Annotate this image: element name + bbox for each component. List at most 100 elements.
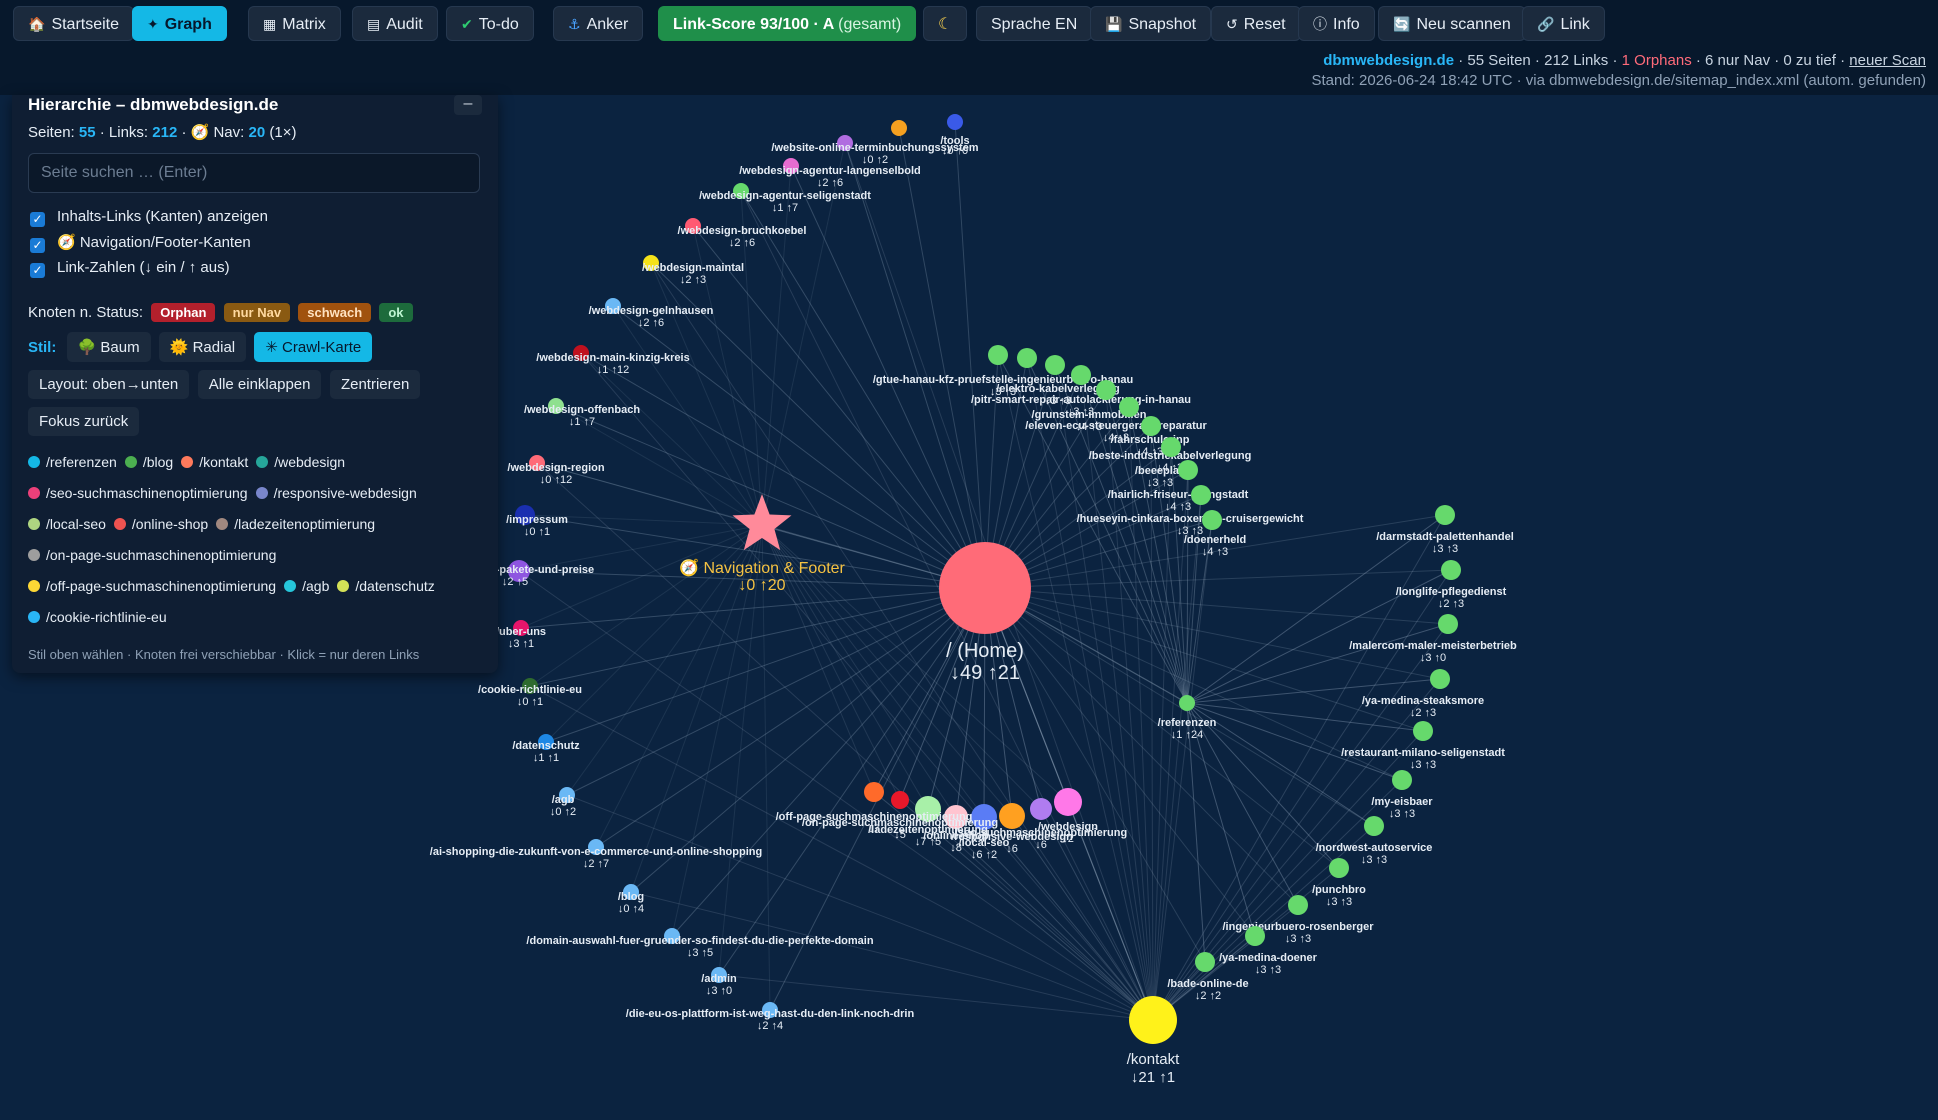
link-score-badge[interactable]: Link-Score 93/100 · A (gesamt) (658, 6, 917, 41)
page-node[interactable] (1435, 505, 1455, 525)
page-search-input[interactable] (28, 153, 480, 193)
legend-item[interactable]: /off-page-suchmaschinenoptimierung (28, 571, 276, 602)
page-node[interactable] (1413, 721, 1433, 741)
page-node-counts: ↓2 ↑7 (583, 858, 609, 870)
page-node-label: /darmstadt-palettenhandel (1376, 531, 1514, 543)
page-node[interactable] (1017, 348, 1037, 368)
legend-item[interactable]: /kontakt (181, 447, 248, 478)
sparkle-icon: ✳ (265, 339, 278, 356)
language-button[interactable]: Sprache EN (976, 6, 1093, 41)
radial-style-button[interactable]: 🌞 Radial (158, 332, 247, 362)
style-switcher: Stil: 🌳 Baum 🌞 Radial ✳ Crawl-Karte (28, 332, 376, 362)
home-button[interactable]: 🏠 Startseite (13, 6, 135, 41)
snapshot-button[interactable]: 💾 Snapshot (1090, 6, 1212, 41)
theme-toggle-button[interactable]: ☾ (923, 6, 968, 41)
page-node[interactable] (891, 791, 909, 809)
links-count: 212 (152, 124, 178, 141)
page-node[interactable] (1191, 485, 1211, 505)
page-node[interactable] (1045, 355, 1065, 375)
link-button[interactable]: 🔗 Link (1522, 6, 1605, 41)
page-node[interactable] (891, 120, 907, 136)
page-node[interactable] (1071, 365, 1091, 385)
page-node[interactable] (999, 803, 1025, 829)
page-node[interactable] (947, 114, 963, 130)
orphans-count[interactable]: 1 Orphans (1622, 52, 1692, 69)
page-node[interactable] (1288, 895, 1308, 915)
reset-button[interactable]: ↺ Reset (1211, 6, 1301, 41)
legend-item[interactable]: /datenschutz (337, 571, 435, 602)
page-node[interactable] (1195, 952, 1215, 972)
page-node[interactable] (1392, 770, 1412, 790)
legend-item[interactable]: /cookie-richtlinie-eu (28, 602, 167, 633)
todo-tab[interactable]: ✔ To-do (446, 6, 534, 41)
content-links-checkbox[interactable]: ✓ Inhalts-Links (Kanten) anzeigen (30, 208, 268, 227)
new-scan-link[interactable]: neuer Scan (1849, 52, 1926, 69)
focus-back-button[interactable]: Fokus zurück (28, 407, 140, 436)
layout-direction-button[interactable]: Layout: oben→unten (28, 370, 190, 399)
domain-link[interactable]: dbmwebdesign.de (1323, 52, 1454, 69)
matrix-tab[interactable]: ▦ Matrix (248, 6, 341, 41)
page-node[interactable] (1054, 788, 1082, 816)
legend-item[interactable]: /seo-suchmaschinenoptimierung (28, 478, 248, 509)
page-node[interactable] (864, 782, 884, 802)
page-node-label: /ya-medina-steaksmore (1362, 695, 1484, 707)
referenzen-node[interactable] (1179, 695, 1195, 711)
page-node[interactable] (1161, 437, 1181, 457)
anchor-tab[interactable]: ⚓ Anker (553, 6, 644, 41)
center-button[interactable]: Zentrieren (329, 370, 421, 399)
legend-item[interactable]: /blog (124, 447, 173, 478)
weak-filter-badge[interactable]: schwach (298, 303, 372, 322)
legend-item[interactable]: /online-shop (113, 509, 208, 540)
home-label: / (Home) (946, 640, 1024, 662)
navigation-footer-label: 🧭 Navigation & Footer (679, 558, 845, 577)
legend-item[interactable]: /ladezeitenoptimierung (216, 509, 375, 540)
info-label: Info (1333, 16, 1360, 33)
info-button[interactable]: ⓘ Info (1298, 6, 1375, 41)
graph-tab[interactable]: ✦ Graph (132, 6, 227, 41)
orphan-filter-badge[interactable]: Orphan (151, 303, 216, 322)
link-edge (984, 569, 1452, 589)
ok-filter-badge[interactable]: ok (379, 303, 413, 322)
page-node[interactable] (1202, 510, 1222, 530)
nav-only-filter-badge[interactable]: nur Nav (223, 303, 291, 322)
home-node[interactable] (939, 542, 1031, 634)
collapse-panel-button[interactable]: – (454, 95, 482, 115)
page-node[interactable] (1119, 397, 1139, 417)
page-node[interactable] (1441, 560, 1461, 580)
collapse-all-button[interactable]: Alle einklappen (197, 370, 322, 399)
legend-item[interactable]: /webdesign (256, 447, 345, 478)
checkbox-icon: ✔ (461, 16, 473, 32)
page-node[interactable] (1438, 614, 1458, 634)
home-counts: ↓49 ↑21 (950, 662, 1020, 684)
page-node[interactable] (1030, 798, 1052, 820)
kontakt-counts: ↓21 ↑1 (1131, 1069, 1175, 1086)
info-icon: ⓘ (1313, 16, 1327, 32)
kontakt-node[interactable] (1129, 996, 1177, 1044)
page-node-label: /die-eu-os-plattform-ist-weg-hast-du-den… (626, 1008, 915, 1020)
audit-tab[interactable]: ▤ Audit (352, 6, 438, 41)
legend-item[interactable]: /on-page-suchmaschinenoptimierung (28, 540, 276, 571)
legend-item[interactable]: /local-seo (28, 509, 106, 540)
link-counts-checkbox[interactable]: ✓ Link-Zahlen (↓ ein / ↑ aus) (30, 259, 230, 278)
page-node[interactable] (1245, 926, 1265, 946)
legend-item[interactable]: /agb (284, 571, 329, 602)
tree-style-button[interactable]: 🌳 Baum (66, 332, 151, 362)
page-node[interactable] (988, 345, 1008, 365)
crawl-map-style-button[interactable]: ✳ Crawl-Karte (254, 332, 373, 362)
page-node[interactable] (1364, 816, 1384, 836)
link-score-suffix: (gesamt) (838, 16, 902, 33)
page-node[interactable] (1141, 416, 1161, 436)
legend-item[interactable]: /responsive-webdesign (255, 478, 417, 509)
legend-item[interactable]: /referenzen (28, 447, 117, 478)
content-links-label: Inhalts-Links (Kanten) anzeigen (57, 208, 268, 225)
legend-dot-icon (28, 518, 40, 530)
link-icon: 🔗 (1537, 16, 1555, 32)
page-node[interactable] (1329, 858, 1349, 878)
rescan-button[interactable]: 🔄 Neu scannen (1378, 6, 1526, 41)
rescan-label: Neu scannen (1416, 16, 1511, 33)
nav-edges-checkbox[interactable]: ✓ 🧭 Navigation/Footer-Kanten (30, 233, 251, 253)
page-node[interactable] (1430, 669, 1450, 689)
page-node-label: /webdesign-offenbach (524, 404, 640, 416)
page-node[interactable] (1178, 460, 1198, 480)
page-node[interactable] (1096, 380, 1116, 400)
